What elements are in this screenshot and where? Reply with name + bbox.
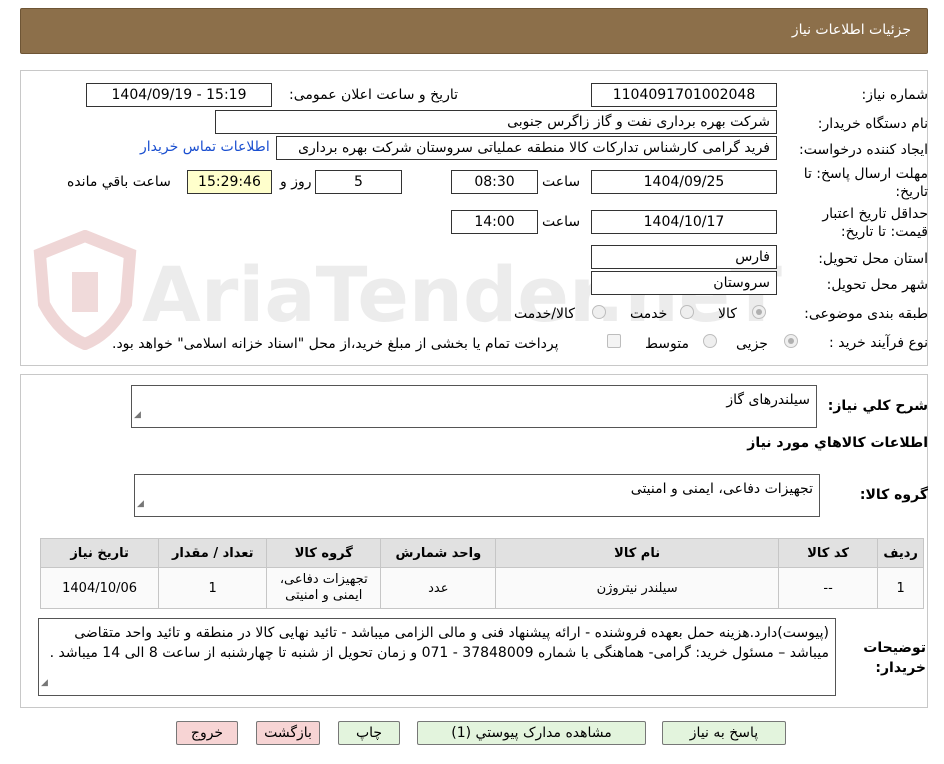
process-minor-radio[interactable] (784, 334, 798, 348)
goods-table: ردیف کد کالا نام کالا واحد شمارش گروه کا… (39, 538, 924, 609)
province-label: استان محل تحویل: (818, 251, 928, 267)
watermark-logo-icon (33, 230, 137, 350)
buyer-notes-value: (پیوست)دارد.هزینه حمل بعهده فروشنده - ار… (49, 625, 829, 661)
goods-info-title: اطلاعات کالاهاي مورد نياز (747, 435, 928, 451)
requester-label: ایجاد کننده درخواست: (799, 142, 928, 158)
goods-table-header: ردیف کد کالا نام کالا واحد شمارش گروه کا… (39, 538, 924, 568)
deadline-date-field: 1404/09/25 (591, 170, 777, 194)
validity-time-field: 14:00 (451, 210, 538, 234)
deadline-time-label: ساعت (542, 174, 581, 190)
days-remaining-field: 5 (315, 170, 402, 194)
treasury-note: پرداخت تمام یا بخشی از مبلغ خرید،از محل … (112, 336, 559, 352)
col-goods-group: گروه کالا (266, 538, 382, 568)
resize-grip-icon: ◢ (134, 410, 141, 420)
announce-label: تاریخ و ساعت اعلان عمومی: (289, 87, 458, 103)
province-field: فارس (591, 245, 777, 269)
process-medium-label: متوسط (645, 336, 689, 352)
reply-button[interactable]: پاسخ به نیاز (662, 721, 786, 745)
buyer-label: نام دستگاه خریدار: (817, 116, 928, 132)
category-goods-service-label: کالا/خدمت (514, 306, 575, 322)
summary-value: سیلندرهای گاز (726, 392, 810, 408)
cell-row-number: 1 (877, 567, 924, 609)
cell-goods-code: -- (777, 567, 879, 609)
remaining-time-label: ساعت باقي مانده (67, 174, 171, 190)
cell-goods-group: تجهیزات دفاعی، ایمنی و امنیتی (266, 567, 382, 609)
goods-group-label: گروه کالا: (859, 487, 928, 503)
resize-grip-icon: ◢ (41, 678, 48, 688)
treasury-checkbox[interactable] (607, 334, 621, 348)
cell-need-date: 1404/10/06 (39, 567, 160, 609)
resize-grip-icon: ◢ (137, 499, 144, 509)
page-header: جزئیات اطلاعات نیاز (20, 8, 928, 54)
city-label: شهر محل تحویل: (826, 277, 928, 293)
summary-label: شرح کلي نیاز: (827, 398, 928, 414)
validity-time-label: ساعت (542, 214, 581, 230)
print-button[interactable]: چاپ (338, 721, 400, 745)
goods-group-textarea[interactable]: تجهیزات دفاعی، ایمنی و امنیتی ◢ (134, 474, 820, 517)
col-row-number: ردیف (877, 538, 924, 568)
announce-date-value: 1404/09/19 - 15:19 (111, 87, 247, 103)
deadline-time-field: 08:30 (451, 170, 538, 194)
category-goods-service-radio[interactable] (592, 305, 606, 319)
announce-date-field: 1404/09/19 - 15:19 (86, 83, 272, 107)
back-button[interactable]: بازگشت (256, 721, 320, 745)
category-service-radio[interactable] (680, 305, 694, 319)
col-quantity: تعداد / مقدار (158, 538, 268, 568)
col-need-date: تاریخ نیاز (39, 538, 160, 568)
category-goods-label: کالا (718, 306, 737, 322)
table-row: 1 -- سیلندر نیتروژن عدد تجهیزات دفاعی، ا… (39, 567, 924, 609)
need-number-label: شماره نیاز: (861, 87, 929, 103)
city-field: سروستان (591, 271, 777, 295)
col-goods-code: کد کالا (777, 538, 879, 568)
remaining-time-field: 15:29:46 (187, 170, 272, 194)
cell-unit: عدد (380, 567, 497, 609)
process-medium-radio[interactable] (703, 334, 717, 348)
buyer-notes-label: توضیحات خریدار: (863, 640, 926, 676)
view-attachments-button[interactable]: مشاهده مدارک پیوستي (1) (417, 721, 646, 745)
category-service-label: خدمت (630, 306, 668, 322)
validity-label: حداقل تاریخ اعتبار قیمت: تا تاریخ: (822, 206, 928, 240)
process-type-label: نوع فرآیند خرید : (829, 335, 928, 351)
col-unit: واحد شمارش (380, 538, 497, 568)
category-label: طبقه بندی موضوعی: (804, 306, 928, 322)
need-number-field: 1104091701002048 (591, 83, 777, 107)
requester-field: فرید گرامی کارشناس تدارکات کالا منطقه عم… (276, 136, 777, 160)
buyer-notes-textarea[interactable]: (پیوست)دارد.هزینه حمل بعهده فروشنده - ار… (38, 618, 836, 696)
process-minor-label: جزیی (736, 336, 768, 352)
exit-button[interactable]: خروج (176, 721, 238, 745)
summary-textarea[interactable]: سیلندرهای گاز ◢ (131, 385, 817, 428)
page-title: جزئیات اطلاعات نیاز (791, 22, 911, 38)
cell-quantity: 1 (158, 567, 268, 609)
category-goods-radio[interactable] (752, 305, 766, 319)
col-goods-name: نام کالا (495, 538, 779, 568)
cell-goods-name: سیلندر نیتروژن (495, 567, 779, 609)
days-and-label: روز و (280, 174, 312, 190)
buyer-contact-link[interactable]: اطلاعات تماس خریدار (140, 139, 270, 155)
buyer-field: شرکت بهره برداری نفت و گاز زاگرس جنوبی (215, 110, 777, 134)
validity-date-field: 1404/10/17 (591, 210, 777, 234)
goods-group-value: تجهیزات دفاعی، ایمنی و امنیتی (630, 481, 813, 497)
deadline-label: مهلت ارسال پاسخ: تا تاریخ: (803, 166, 928, 200)
